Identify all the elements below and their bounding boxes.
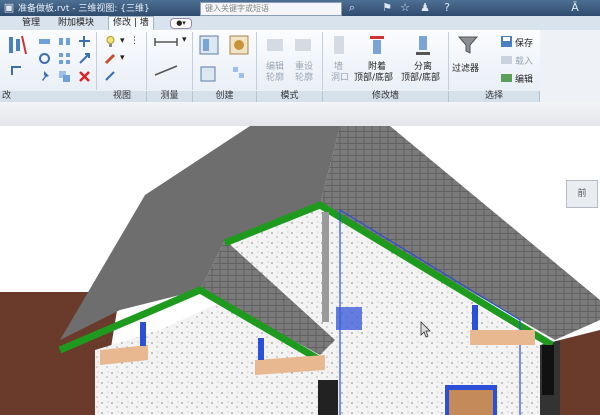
3d-viewport[interactable] <box>0 126 600 415</box>
lower-window-panes <box>449 390 493 415</box>
pin-icon[interactable] <box>38 70 51 83</box>
measure-dropdown-icon[interactable]: ▾ <box>182 35 187 45</box>
create-group-icon[interactable] <box>198 62 220 84</box>
array-icon[interactable] <box>58 52 71 65</box>
ribbon-empty-area <box>540 30 600 102</box>
panel-label-create: 创建 <box>193 91 257 102</box>
window-jamb-middle <box>258 338 264 360</box>
attach-top-bottom-icon[interactable] <box>366 34 388 56</box>
tab-manage[interactable]: 管理 <box>22 17 40 29</box>
save-selection-label[interactable]: 保存 <box>515 36 533 49</box>
wall-opening-label-1: 墙 <box>334 62 344 72</box>
window-jamb-right <box>472 305 478 330</box>
panel-label-view: 视图 <box>98 91 147 102</box>
viewcube[interactable]: 前 <box>566 180 598 208</box>
search-box[interactable]: 键入关键字或短语 <box>200 2 342 16</box>
viewcube-face-label: 前 <box>577 189 587 199</box>
ribbon-separator <box>146 32 147 90</box>
column <box>322 212 329 322</box>
view-dropdown-icon[interactable]: ▾ <box>120 36 125 46</box>
panel-label-mode: 模式 <box>257 91 323 102</box>
ribbon-separator <box>96 32 97 90</box>
ground-right <box>560 330 600 415</box>
view-dropdown-icon-2[interactable]: ▾ <box>120 53 125 63</box>
star-icon[interactable]: ☆ <box>398 1 412 15</box>
load-selection-label[interactable]: 载入 <box>515 54 533 67</box>
lower-window-left <box>318 380 338 415</box>
ribbon-separator <box>448 32 449 90</box>
side-window <box>542 345 554 395</box>
wall-opening-icon <box>334 36 344 54</box>
save-selection-icon[interactable] <box>500 35 513 48</box>
dimension-icon[interactable] <box>153 64 179 77</box>
window-title: 准备做板.rvt - 三维视图: {三维} <box>18 4 150 14</box>
wall-opening-label-2: 洞口 <box>331 73 350 83</box>
infocenter-icon[interactable]: ⚑ <box>380 1 394 15</box>
options-bar <box>0 102 600 126</box>
user-icon[interactable]: ♟ <box>418 1 432 15</box>
tab-modify-wall[interactable]: 修改 | 墙 <box>108 16 154 31</box>
window-jamb-left <box>140 322 146 346</box>
title-bar: ▣ 准备做板.rvt - 三维视图: {三维} 键入关键字或短语 ⌕ ⚑ ☆ ♟… <box>0 0 600 16</box>
search-placeholder: 键入关键字或短语 <box>205 4 269 13</box>
linework-icon[interactable] <box>104 70 117 83</box>
tab-addins[interactable]: 附加模块 <box>58 17 94 29</box>
tab-toggle-icon[interactable]: ●▾ <box>170 18 192 29</box>
autodesk-a-icon[interactable]: Ā <box>568 1 582 15</box>
window-sill-right <box>470 330 535 345</box>
trim-icon[interactable] <box>10 64 23 77</box>
lightbulb-icon[interactable] <box>104 35 117 48</box>
measure-icon[interactable] <box>153 36 179 49</box>
delete-icon[interactable] <box>78 70 91 83</box>
mirror-icon[interactable] <box>58 35 71 48</box>
attach-label-2: 顶部/底部 <box>354 73 394 83</box>
panel-label-modify: 改 <box>0 91 99 102</box>
override-graphics-icon[interactable] <box>104 52 117 65</box>
detach-label-1: 分离 <box>414 62 433 72</box>
create-parts-icon[interactable] <box>228 34 250 56</box>
load-selection-icon[interactable] <box>500 53 513 66</box>
edit-profile-label-2: 轮廓 <box>266 73 285 83</box>
filter-icon[interactable] <box>457 34 479 56</box>
reset-profile-icon <box>295 39 311 51</box>
detach-label-2: 顶部/底部 <box>401 73 441 83</box>
ribbon-separator <box>322 32 323 90</box>
reset-profile-label-1: 重设 <box>295 62 314 72</box>
edit-selection-label[interactable]: 编辑 <box>515 72 533 85</box>
edit-profile-icon <box>267 39 283 51</box>
copy-icon[interactable] <box>58 70 71 83</box>
ribbon: ▾ ▾ ⋮ ▾ 编辑 轮廓 重设 轮廓 墙 洞口 附着 顶部/底部 分离 顶部/… <box>0 30 600 103</box>
reset-profile-label-2: 轮廓 <box>295 73 314 83</box>
view-dropdown-icon-3[interactable]: ⋮ <box>130 36 139 46</box>
offset-icon[interactable] <box>38 35 51 48</box>
panel-label-select: 选择 <box>449 91 540 102</box>
create-assembly-icon[interactable] <box>198 34 220 56</box>
edit-profile-label-1: 编辑 <box>266 62 285 72</box>
app-menu-icon[interactable]: ▣ <box>2 1 16 15</box>
panel-label-measure: 测量 <box>147 91 193 102</box>
attach-label-1: 附着 <box>368 62 387 72</box>
help-icon[interactable]: ? <box>440 1 454 15</box>
rotate-icon[interactable] <box>38 52 51 65</box>
move-icon[interactable] <box>78 35 91 48</box>
scale-icon[interactable] <box>78 52 91 65</box>
detach-top-bottom-icon[interactable] <box>412 34 434 56</box>
panel-label-modify-wall: 修改墙 <box>323 91 449 102</box>
ribbon-separator <box>192 32 193 90</box>
search-icon[interactable]: ⌕ <box>345 1 359 15</box>
filter-label: 过滤器 <box>452 64 480 74</box>
edit-selection-icon[interactable] <box>500 71 513 84</box>
align-tool-icon[interactable] <box>6 34 28 56</box>
ribbon-tab-bar: 管理 附加模块 修改 | 墙 ●▾ <box>0 16 600 31</box>
ribbon-separator <box>256 32 257 90</box>
similar-icon[interactable] <box>232 66 245 79</box>
selected-wall-handle[interactable] <box>336 307 362 330</box>
